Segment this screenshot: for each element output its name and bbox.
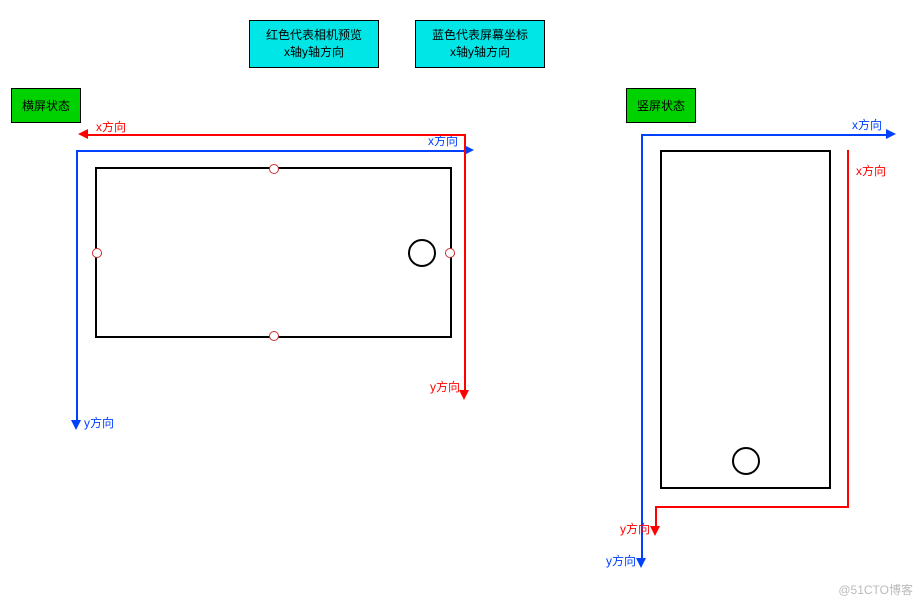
landscape-blue-y-axis [76, 150, 78, 420]
landscape-red-y-axis [464, 134, 466, 390]
legend-screen-line2: x轴y轴方向 [424, 44, 536, 61]
state-portrait: 竖屏状态 [626, 88, 696, 123]
portrait-blue-x-label: x方向 [852, 116, 882, 133]
portrait-red-x-label: x方向 [856, 162, 886, 179]
state-landscape: 横屏状态 [11, 88, 81, 123]
legend-camera-line2: x轴y轴方向 [258, 44, 370, 61]
legend-camera-line1: 红色代表相机预览 [258, 27, 370, 44]
landscape-red-x-label: x方向 [96, 118, 126, 135]
anchor-dot [269, 331, 279, 341]
home-button-icon [732, 447, 760, 475]
portrait-blue-y-axis [641, 134, 643, 558]
arrow-down-icon [636, 558, 646, 568]
arrow-left-icon [78, 129, 88, 139]
portrait-blue-x-axis [641, 134, 886, 136]
landscape-blue-y-label: y方向 [84, 414, 114, 431]
anchor-dot [92, 248, 102, 258]
anchor-dot [269, 164, 279, 174]
portrait-red-y-axis-h [655, 506, 849, 508]
landscape-red-x-axis [88, 134, 466, 136]
home-button-icon [408, 239, 436, 267]
portrait-red-x-axis [847, 150, 849, 506]
arrow-right-icon [886, 129, 896, 139]
legend-camera: 红色代表相机预览 x轴y轴方向 [249, 20, 379, 68]
watermark: @51CTO博客 [838, 581, 913, 598]
portrait-red-y-axis-v [655, 506, 657, 526]
legend-screen-line1: 蓝色代表屏幕坐标 [424, 27, 536, 44]
phone-portrait [660, 150, 831, 489]
arrow-down-icon [71, 420, 81, 430]
landscape-blue-x-axis [76, 150, 464, 152]
portrait-red-y-label: y方向 [620, 520, 650, 537]
landscape-red-y-label: y方向 [430, 378, 460, 395]
phone-landscape [95, 167, 452, 338]
legend-screen: 蓝色代表屏幕坐标 x轴y轴方向 [415, 20, 545, 68]
portrait-blue-y-label: y方向 [606, 552, 636, 569]
arrow-down-icon [650, 526, 660, 536]
arrow-down-icon [459, 390, 469, 400]
anchor-dot [445, 248, 455, 258]
